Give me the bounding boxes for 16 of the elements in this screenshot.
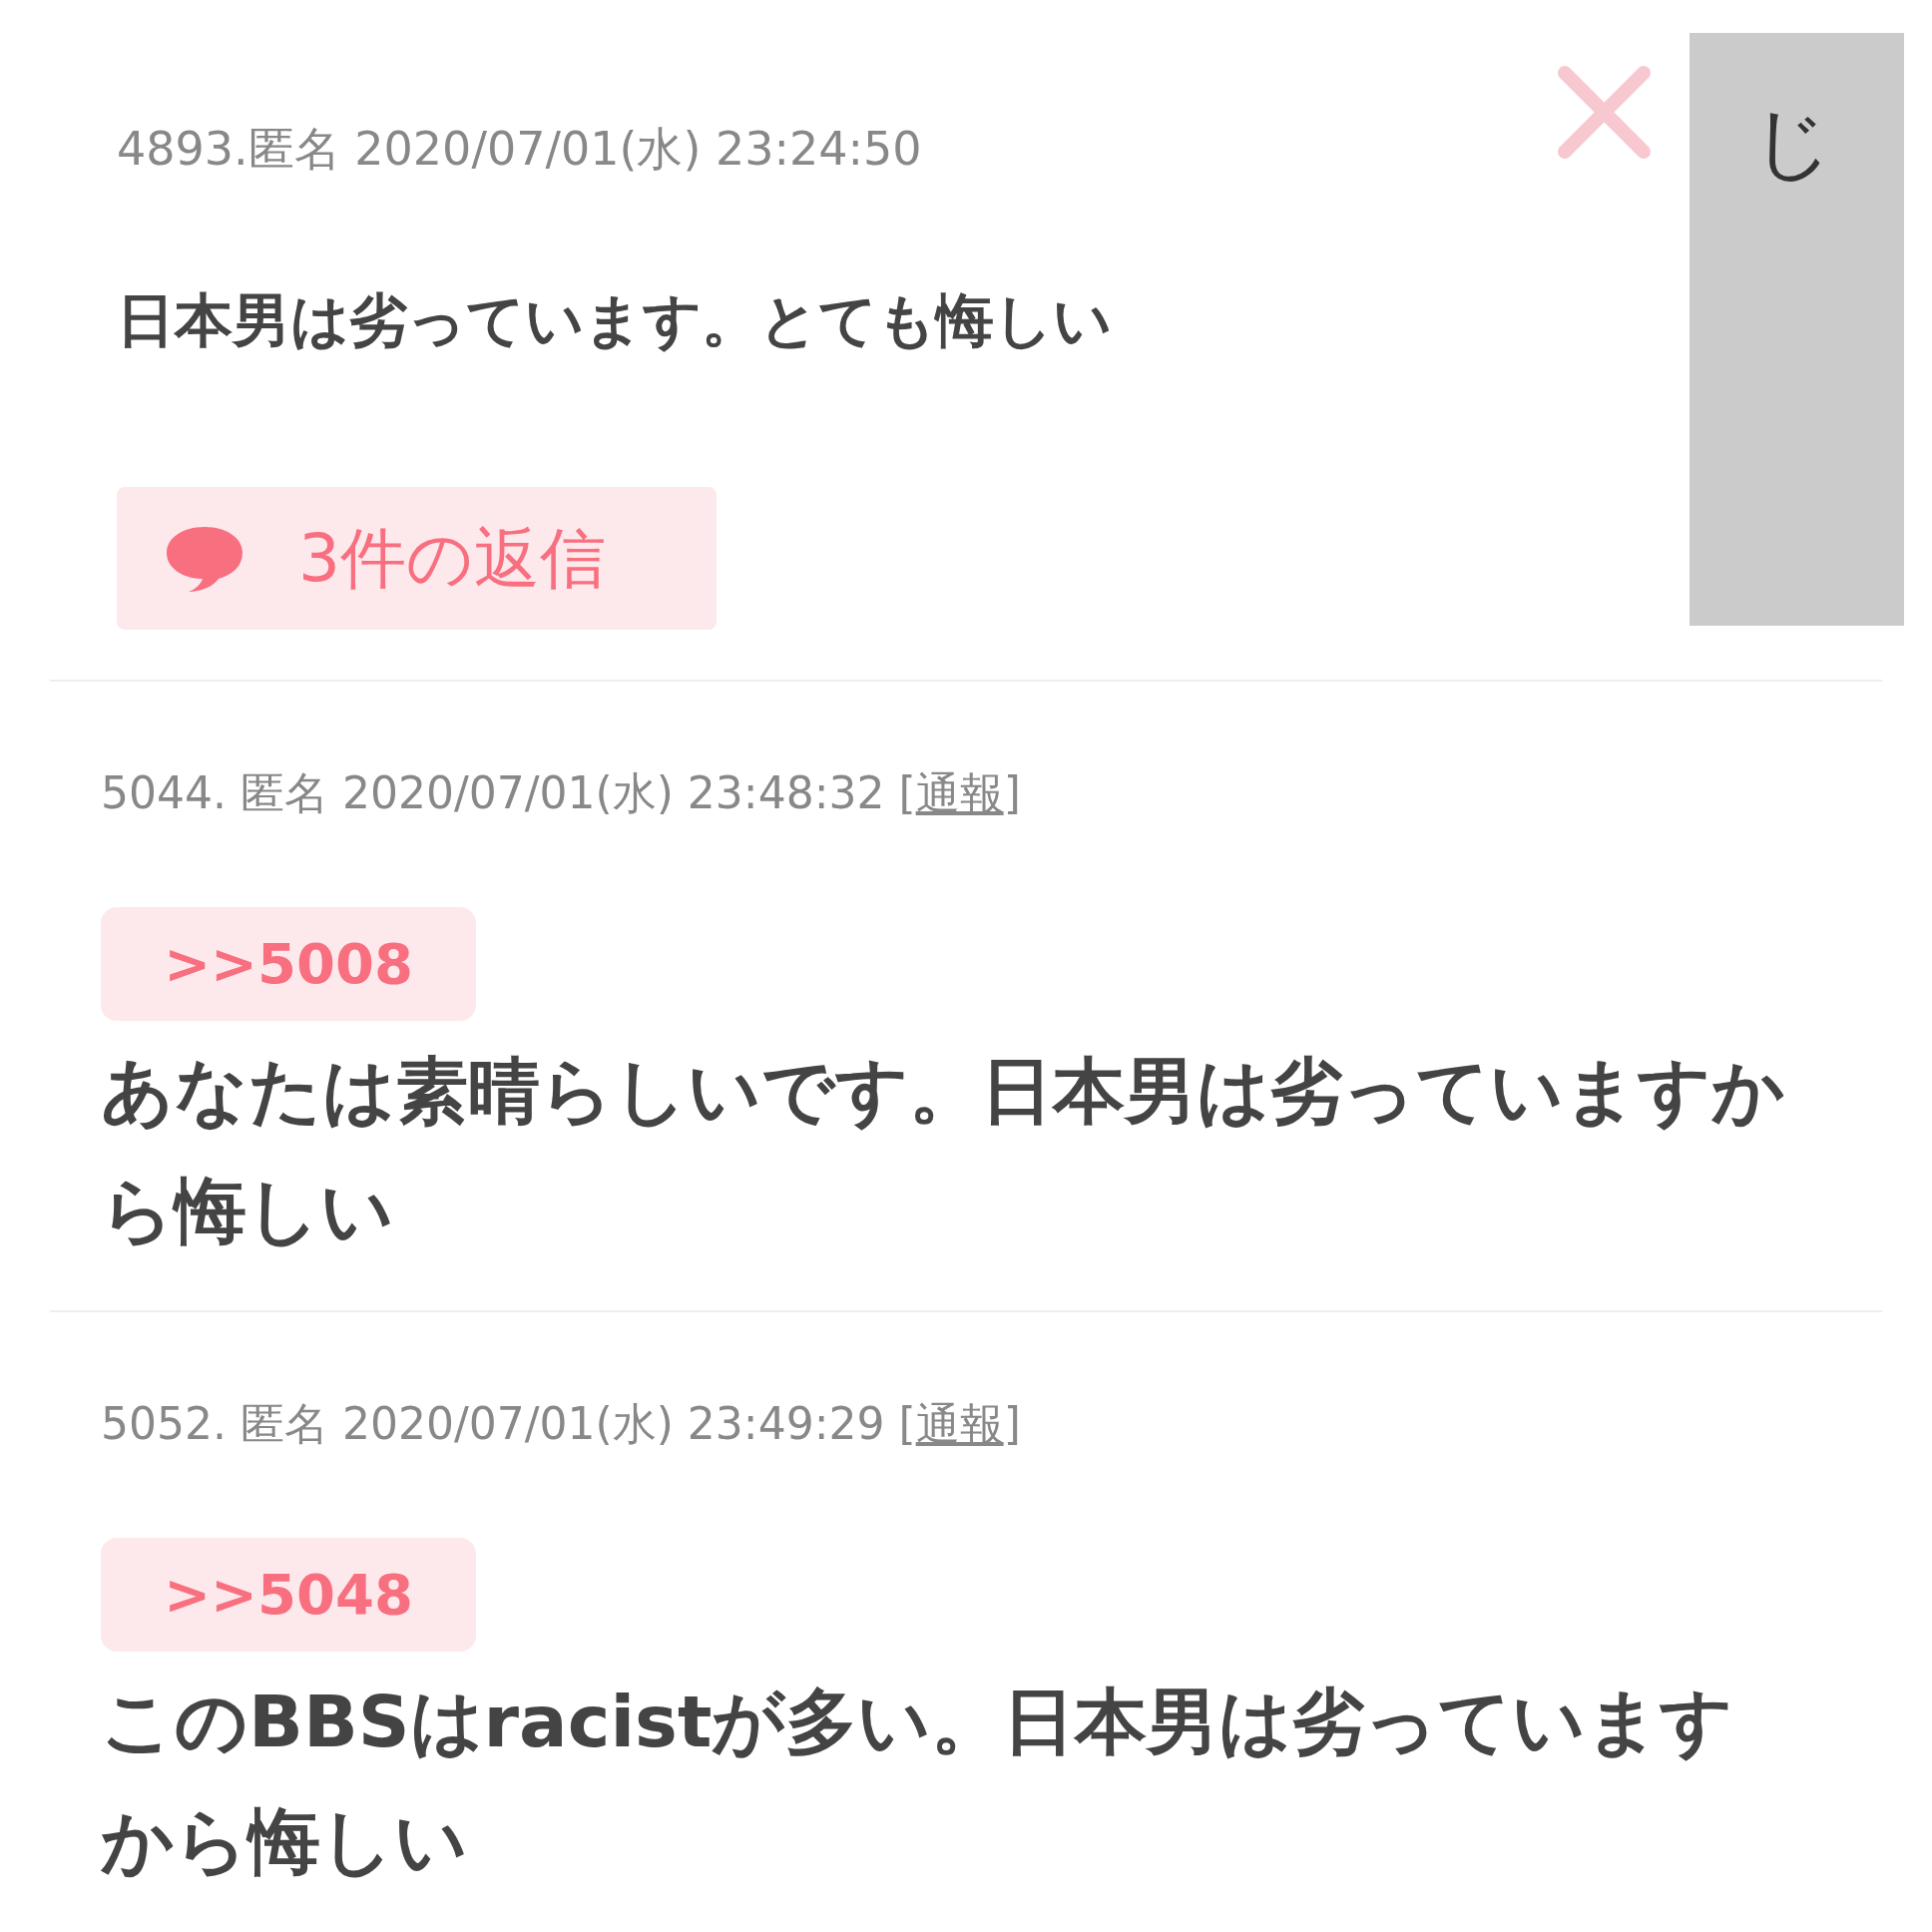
replies-button[interactable]: 3件の返信 — [117, 487, 717, 630]
post-header: 5052. 匿名 2020/07/01(水) 23:49:29 — [101, 1402, 885, 1446]
post-header: 4893.匿名 2020/07/01(水) 23:24:50 — [117, 126, 922, 172]
bracket: ] — [1003, 1402, 1021, 1446]
post-body: このBBSはracistが多い。日本男は劣っていますから悔しい — [101, 1679, 1735, 1885]
post-header: 5044. 匿名 2020/07/01(水) 23:48:32 — [101, 771, 885, 815]
bracket: ] — [1003, 771, 1021, 815]
bracket: [ — [898, 771, 916, 815]
post-body: あなたは素晴らしいです。日本男は劣っていますから悔しい — [101, 1048, 1786, 1254]
close-icon[interactable] — [1557, 65, 1652, 160]
quote-link[interactable]: >>5008 — [101, 907, 476, 1021]
side-panel: じ — [1690, 33, 1904, 626]
report-link[interactable]: 通報 — [915, 1402, 1004, 1446]
quote-link[interactable]: >>5048 — [101, 1538, 476, 1652]
report-link[interactable]: 通報 — [915, 771, 1004, 815]
bracket: [ — [898, 1402, 916, 1446]
